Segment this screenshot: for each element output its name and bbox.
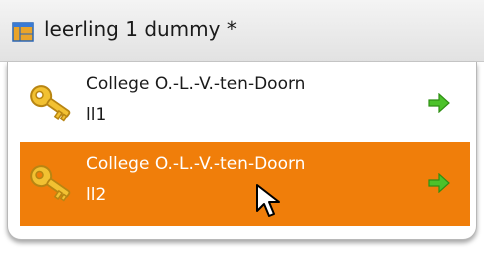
green-arrow-right-icon[interactable] [428, 93, 450, 113]
window-title: leerling 1 dummy * [44, 17, 237, 41]
list-item-label: College O.-L.-V.-ten-Doorn ll2 [86, 149, 416, 211]
list-item-label-line1: College O.-L.-V.-ten-Doorn [86, 74, 306, 94]
list-item-school-2[interactable]: College O.-L.-V.-ten-Doorn ll2 [20, 142, 470, 226]
list-item-label-line2: ll1 [86, 105, 107, 125]
window-title-bar: leerling 1 dummy * [0, 0, 484, 62]
table-window-icon [12, 22, 34, 42]
list-item-label: College O.-L.-V.-ten-Doorn ll1 [86, 69, 416, 131]
list-item-school-1[interactable]: College O.-L.-V.-ten-Doorn ll1 [20, 62, 470, 146]
key-icon [30, 165, 71, 202]
green-arrow-right-icon[interactable] [428, 173, 450, 193]
list-item-label-line2: ll2 [86, 185, 107, 205]
list-item-label-line1: College O.-L.-V.-ten-Doorn [86, 154, 306, 174]
school-dropdown-list: College O.-L.-V.-ten-Doorn ll1 College O… [7, 62, 477, 240]
mouse-cursor-icon [256, 184, 280, 217]
key-icon [30, 85, 71, 122]
